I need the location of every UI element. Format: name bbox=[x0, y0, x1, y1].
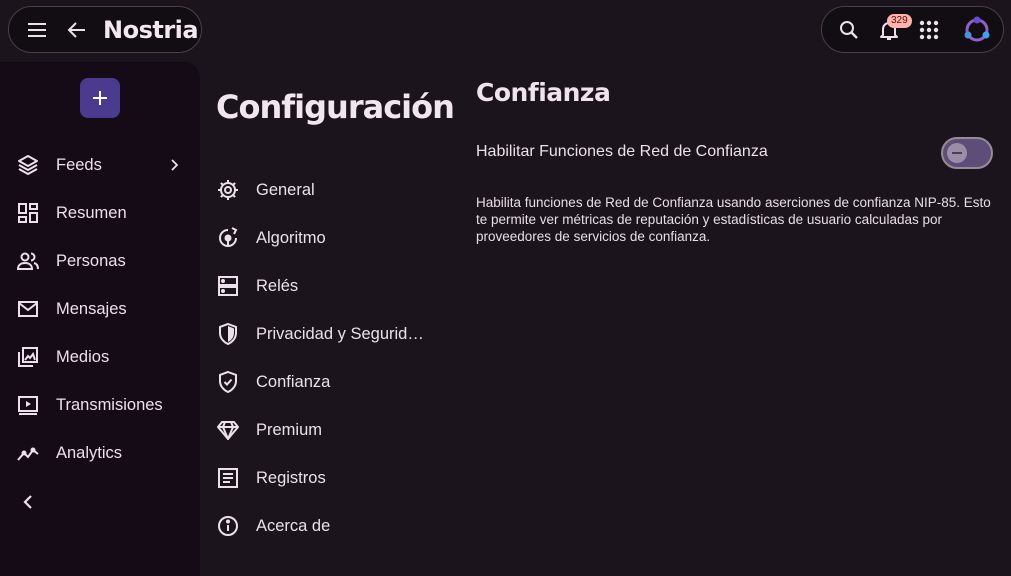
sidebar-item-label: Resumen bbox=[56, 203, 127, 222]
photo-library-icon bbox=[16, 345, 40, 369]
top-bar-left: Nostria bbox=[8, 6, 202, 53]
toggle-label: Habilitar Funciones de Red de Confianza bbox=[476, 143, 768, 160]
section-description: Habilita funciones de Red de Confianza u… bbox=[476, 195, 991, 244]
page-title: Configuración bbox=[216, 88, 455, 126]
settings-item-algoritmo[interactable]: Algoritmo bbox=[214, 218, 454, 258]
settings-item-privacidad[interactable]: Privacidad y Segurid… bbox=[214, 314, 454, 354]
create-button[interactable] bbox=[80, 78, 120, 118]
sidebar-item-mensajes[interactable]: Mensajes bbox=[0, 289, 200, 329]
diamond-icon bbox=[216, 418, 240, 442]
shield-lock-icon bbox=[216, 322, 240, 346]
settings-item-label: Privacidad y Segurid… bbox=[256, 324, 424, 343]
info-icon bbox=[216, 514, 240, 538]
sidebar-item-medios[interactable]: Medios bbox=[0, 337, 200, 377]
toggle-knob bbox=[947, 143, 967, 163]
gear-icon bbox=[216, 178, 240, 202]
web-of-trust-toggle[interactable] bbox=[941, 137, 993, 169]
sidebar-item-analytics[interactable]: Analytics bbox=[0, 433, 200, 473]
layers-icon bbox=[16, 153, 40, 177]
sidebar-item-label: Mensajes bbox=[56, 299, 127, 318]
collapse-sidebar-icon[interactable] bbox=[16, 490, 40, 514]
settings-item-premium[interactable]: Premium bbox=[214, 410, 454, 450]
settings-item-label: General bbox=[256, 180, 315, 199]
sidebar-item-personas[interactable]: Personas bbox=[0, 241, 200, 281]
sidebar-item-transmisiones[interactable]: Transmisiones bbox=[0, 385, 200, 425]
algorithm-icon bbox=[216, 226, 240, 250]
avatar[interactable] bbox=[963, 16, 991, 44]
settings-item-reles[interactable]: Relés bbox=[214, 266, 454, 306]
menu-icon[interactable] bbox=[25, 18, 49, 42]
settings-item-acerca[interactable]: Acerca de bbox=[214, 506, 454, 546]
notification-badge: 329 bbox=[887, 14, 912, 28]
video-play-icon bbox=[16, 393, 40, 417]
sidebar-item-label: Analytics bbox=[56, 443, 123, 462]
section-title: Confianza bbox=[476, 78, 611, 107]
verified-shield-icon bbox=[216, 370, 240, 394]
settings-item-label: Premium bbox=[256, 420, 323, 439]
chevron-right-icon bbox=[171, 159, 179, 171]
sidebar: Feeds Resumen Personas Mensajes Medios T… bbox=[0, 62, 200, 576]
dashboard-icon bbox=[16, 201, 40, 225]
top-bar-right bbox=[821, 6, 1004, 53]
list-document-icon bbox=[216, 466, 240, 490]
analytics-icon bbox=[16, 441, 40, 465]
apps-grid-icon[interactable] bbox=[917, 18, 941, 42]
back-arrow-icon[interactable] bbox=[65, 18, 89, 42]
plus-icon bbox=[93, 91, 107, 105]
mail-icon bbox=[16, 297, 40, 321]
sidebar-item-label: Transmisiones bbox=[56, 395, 163, 414]
settings-item-general[interactable]: General bbox=[214, 170, 454, 210]
search-icon[interactable] bbox=[837, 18, 861, 42]
settings-item-registros[interactable]: Registros bbox=[214, 458, 454, 498]
settings-item-label: Registros bbox=[256, 468, 326, 487]
settings-item-confianza[interactable]: Confianza bbox=[214, 362, 454, 402]
sidebar-item-label: Feeds bbox=[56, 155, 102, 174]
sidebar-item-feeds[interactable]: Feeds bbox=[0, 145, 200, 185]
settings-item-label: Relés bbox=[256, 276, 299, 295]
settings-item-label: Algoritmo bbox=[256, 228, 326, 247]
app-title: Nostria bbox=[103, 15, 199, 44]
settings-item-label: Acerca de bbox=[256, 516, 331, 535]
server-icon bbox=[216, 274, 240, 298]
settings-item-label: Confianza bbox=[256, 372, 331, 391]
sidebar-item-label: Personas bbox=[56, 251, 126, 270]
people-icon bbox=[16, 249, 40, 273]
sidebar-item-label: Medios bbox=[56, 347, 110, 366]
sidebar-item-resumen[interactable]: Resumen bbox=[0, 193, 200, 233]
